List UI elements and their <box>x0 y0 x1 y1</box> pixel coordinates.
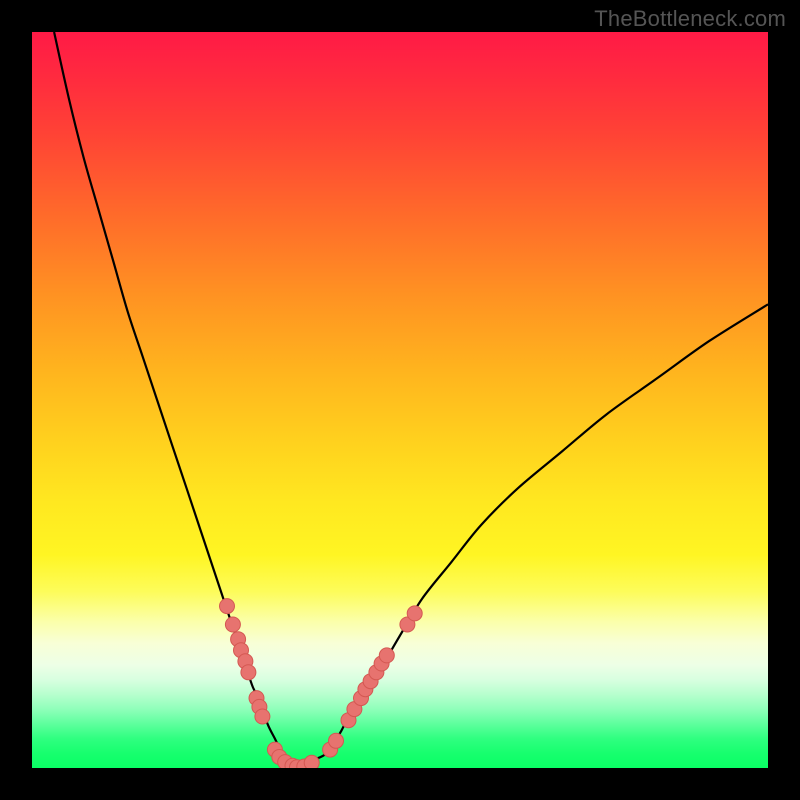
marker-point <box>329 733 344 748</box>
marker-point <box>241 665 256 680</box>
chart-svg <box>32 32 768 768</box>
marker-point <box>304 755 319 768</box>
watermark-text: TheBottleneck.com <box>594 6 786 32</box>
outer-frame: TheBottleneck.com <box>0 0 800 800</box>
marker-point <box>407 606 422 621</box>
marker-point <box>225 617 240 632</box>
highlighted-markers <box>220 599 423 768</box>
marker-point <box>220 599 235 614</box>
marker-point <box>379 648 394 663</box>
marker-point <box>255 709 270 724</box>
plot-area <box>32 32 768 768</box>
bottleneck-curve <box>54 32 768 768</box>
